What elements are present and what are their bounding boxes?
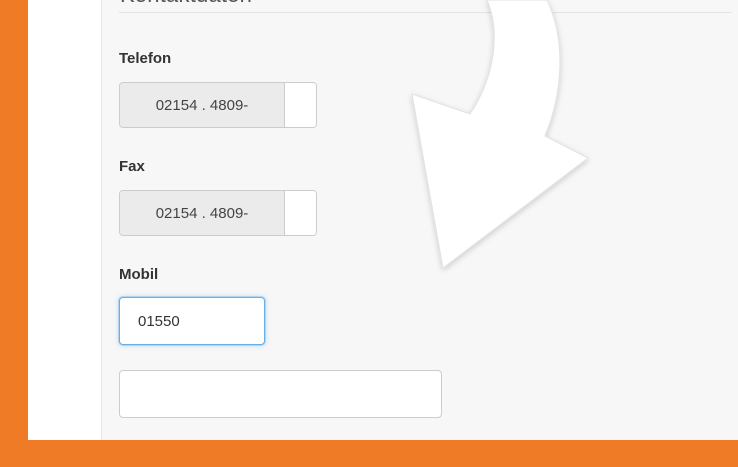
fax-extension-input[interactable] — [285, 191, 316, 235]
fax-prefix: 02154 . 4809- — [120, 191, 285, 235]
fax-input-group: 02154 . 4809- — [119, 190, 317, 236]
fax-label: Fax — [119, 158, 145, 175]
contact-panel: Kontaktdaten Telefon 02154 . 4809- Fax 0… — [101, 0, 738, 440]
mobil-label: Mobil — [119, 266, 159, 283]
extra-input[interactable] — [119, 370, 442, 418]
telefon-input-group: 02154 . 4809- — [119, 82, 317, 128]
mobil-input[interactable]: 01550 — [119, 297, 265, 345]
section-divider — [119, 12, 732, 13]
telefon-prefix: 02154 . 4809- — [120, 83, 285, 127]
telefon-label: Telefon — [119, 50, 172, 67]
telefon-extension-input[interactable] — [285, 83, 316, 127]
left-gutter — [28, 0, 101, 440]
section-title: Kontaktdaten — [120, 0, 252, 8]
